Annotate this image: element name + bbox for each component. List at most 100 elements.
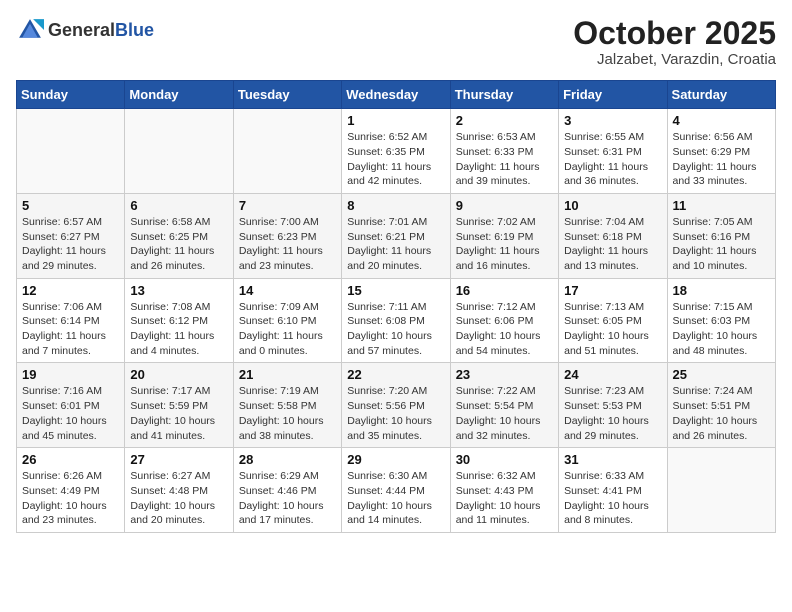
logo-icon [16,16,44,44]
calendar-cell: 8 Sunrise: 7:01 AM Sunset: 6:21 PM Daylig… [342,193,450,278]
weekday-header-row: SundayMondayTuesdayWednesdayThursdayFrid… [17,81,776,109]
day-info: Sunrise: 6:56 AM Sunset: 6:29 PM Dayligh… [673,130,770,189]
day-number: 12 [22,283,119,298]
logo-general: General [48,20,115,41]
day-number: 20 [130,367,227,382]
day-info: Sunrise: 6:57 AM Sunset: 6:27 PM Dayligh… [22,215,119,274]
day-info: Sunrise: 7:22 AM Sunset: 5:54 PM Dayligh… [456,384,553,443]
day-info: Sunrise: 7:00 AM Sunset: 6:23 PM Dayligh… [239,215,336,274]
day-info: Sunrise: 7:02 AM Sunset: 6:19 PM Dayligh… [456,215,553,274]
calendar-cell: 13 Sunrise: 7:08 AM Sunset: 6:12 PM Dayli… [125,278,233,363]
day-number: 13 [130,283,227,298]
day-number: 25 [673,367,770,382]
calendar-cell: 26Sunrise: 6:26 AM Sunset: 4:49 PM Dayli… [17,448,125,533]
calendar-cell: 7 Sunrise: 7:00 AM Sunset: 6:23 PM Daylig… [233,193,341,278]
title-block: October 2025 Jalzabet, Varazdin, Croatia [573,16,776,68]
calendar-cell [17,109,125,194]
calendar-cell: 10Sunrise: 7:04 AM Sunset: 6:18 PM Dayli… [559,193,667,278]
calendar-cell: 28 Sunrise: 6:29 AM Sunset: 4:46 PM Dayli… [233,448,341,533]
day-info: Sunrise: 7:23 AM Sunset: 5:53 PM Dayligh… [564,384,661,443]
day-number: 17 [564,283,661,298]
day-number: 27 [130,452,227,467]
day-info: Sunrise: 7:11 AM Sunset: 6:08 PM Dayligh… [347,300,444,359]
day-number: 24 [564,367,661,382]
calendar-cell [233,109,341,194]
day-info: Sunrise: 6:55 AM Sunset: 6:31 PM Dayligh… [564,130,661,189]
day-number: 29 [347,452,444,467]
day-number: 26 [22,452,119,467]
day-info: Sunrise: 7:05 AM Sunset: 6:16 PM Dayligh… [673,215,770,274]
calendar-cell: 25 Sunrise: 7:24 AM Sunset: 5:51 PM Dayli… [667,363,775,448]
calendar-table: SundayMondayTuesdayWednesdayThursdayFrid… [16,80,776,533]
logo-blue: Blue [115,20,154,41]
day-info: Sunrise: 7:08 AM Sunset: 6:12 PM Dayligh… [130,300,227,359]
day-number: 1 [347,113,444,128]
weekday-header-monday: Monday [125,81,233,109]
calendar-cell: 23 Sunrise: 7:22 AM Sunset: 5:54 PM Dayli… [450,363,558,448]
weekday-header-saturday: Saturday [667,81,775,109]
day-number: 5 [22,198,119,213]
calendar-cell: 6Sunrise: 6:58 AM Sunset: 6:25 PM Daylig… [125,193,233,278]
day-number: 21 [239,367,336,382]
day-info: Sunrise: 6:29 AM Sunset: 4:46 PM Dayligh… [239,469,336,528]
calendar-cell [667,448,775,533]
day-number: 8 [347,198,444,213]
day-info: Sunrise: 7:01 AM Sunset: 6:21 PM Dayligh… [347,215,444,274]
day-info: Sunrise: 7:09 AM Sunset: 6:10 PM Dayligh… [239,300,336,359]
day-number: 4 [673,113,770,128]
weekday-header-tuesday: Tuesday [233,81,341,109]
day-number: 18 [673,283,770,298]
day-info: Sunrise: 7:06 AM Sunset: 6:14 PM Dayligh… [22,300,119,359]
calendar-cell: 5 Sunrise: 6:57 AM Sunset: 6:27 PM Daylig… [17,193,125,278]
calendar-week-row: 5 Sunrise: 6:57 AM Sunset: 6:27 PM Daylig… [17,193,776,278]
calendar-cell: 24 Sunrise: 7:23 AM Sunset: 5:53 PM Dayli… [559,363,667,448]
day-number: 31 [564,452,661,467]
calendar-week-row: 1 Sunrise: 6:52 AM Sunset: 6:35 PM Daylig… [17,109,776,194]
calendar-cell: 2Sunrise: 6:53 AM Sunset: 6:33 PM Daylig… [450,109,558,194]
day-info: Sunrise: 7:15 AM Sunset: 6:03 PM Dayligh… [673,300,770,359]
calendar-cell: 22Sunrise: 7:20 AM Sunset: 5:56 PM Dayli… [342,363,450,448]
day-number: 30 [456,452,553,467]
page-header: General Blue October 2025 Jalzabet, Vara… [16,16,776,68]
calendar-cell: 9 Sunrise: 7:02 AM Sunset: 6:19 PM Daylig… [450,193,558,278]
day-info: Sunrise: 6:27 AM Sunset: 4:48 PM Dayligh… [130,469,227,528]
calendar-week-row: 19Sunrise: 7:16 AM Sunset: 6:01 PM Dayli… [17,363,776,448]
day-number: 15 [347,283,444,298]
calendar-cell: 18 Sunrise: 7:15 AM Sunset: 6:03 PM Dayli… [667,278,775,363]
weekday-header-thursday: Thursday [450,81,558,109]
weekday-header-sunday: Sunday [17,81,125,109]
calendar-cell: 30 Sunrise: 6:32 AM Sunset: 4:43 PM Dayli… [450,448,558,533]
location: Jalzabet, Varazdin, Croatia [573,51,776,68]
day-info: Sunrise: 7:24 AM Sunset: 5:51 PM Dayligh… [673,384,770,443]
day-number: 11 [673,198,770,213]
day-info: Sunrise: 6:32 AM Sunset: 4:43 PM Dayligh… [456,469,553,528]
day-number: 23 [456,367,553,382]
calendar-cell: 19Sunrise: 7:16 AM Sunset: 6:01 PM Dayli… [17,363,125,448]
calendar-cell: 15 Sunrise: 7:11 AM Sunset: 6:08 PM Dayli… [342,278,450,363]
calendar-cell: 31 Sunrise: 6:33 AM Sunset: 4:41 PM Dayli… [559,448,667,533]
day-number: 9 [456,198,553,213]
calendar-cell: 27 Sunrise: 6:27 AM Sunset: 4:48 PM Dayli… [125,448,233,533]
weekday-header-friday: Friday [559,81,667,109]
day-info: Sunrise: 7:12 AM Sunset: 6:06 PM Dayligh… [456,300,553,359]
calendar-cell: 11 Sunrise: 7:05 AM Sunset: 6:16 PM Dayli… [667,193,775,278]
day-info: Sunrise: 7:19 AM Sunset: 5:58 PM Dayligh… [239,384,336,443]
day-info: Sunrise: 6:33 AM Sunset: 4:41 PM Dayligh… [564,469,661,528]
calendar-week-row: 26Sunrise: 6:26 AM Sunset: 4:49 PM Dayli… [17,448,776,533]
day-number: 10 [564,198,661,213]
calendar-cell: 3Sunrise: 6:55 AM Sunset: 6:31 PM Daylig… [559,109,667,194]
day-number: 6 [130,198,227,213]
calendar-cell: 14 Sunrise: 7:09 AM Sunset: 6:10 PM Dayli… [233,278,341,363]
calendar-cell: 17Sunrise: 7:13 AM Sunset: 6:05 PM Dayli… [559,278,667,363]
day-info: Sunrise: 6:52 AM Sunset: 6:35 PM Dayligh… [347,130,444,189]
day-number: 28 [239,452,336,467]
day-number: 14 [239,283,336,298]
day-number: 19 [22,367,119,382]
day-info: Sunrise: 6:53 AM Sunset: 6:33 PM Dayligh… [456,130,553,189]
calendar-week-row: 12 Sunrise: 7:06 AM Sunset: 6:14 PM Dayli… [17,278,776,363]
day-info: Sunrise: 7:20 AM Sunset: 5:56 PM Dayligh… [347,384,444,443]
logo: General Blue [16,16,154,44]
day-number: 7 [239,198,336,213]
calendar-cell: 16Sunrise: 7:12 AM Sunset: 6:06 PM Dayli… [450,278,558,363]
calendar-cell: 12 Sunrise: 7:06 AM Sunset: 6:14 PM Dayli… [17,278,125,363]
